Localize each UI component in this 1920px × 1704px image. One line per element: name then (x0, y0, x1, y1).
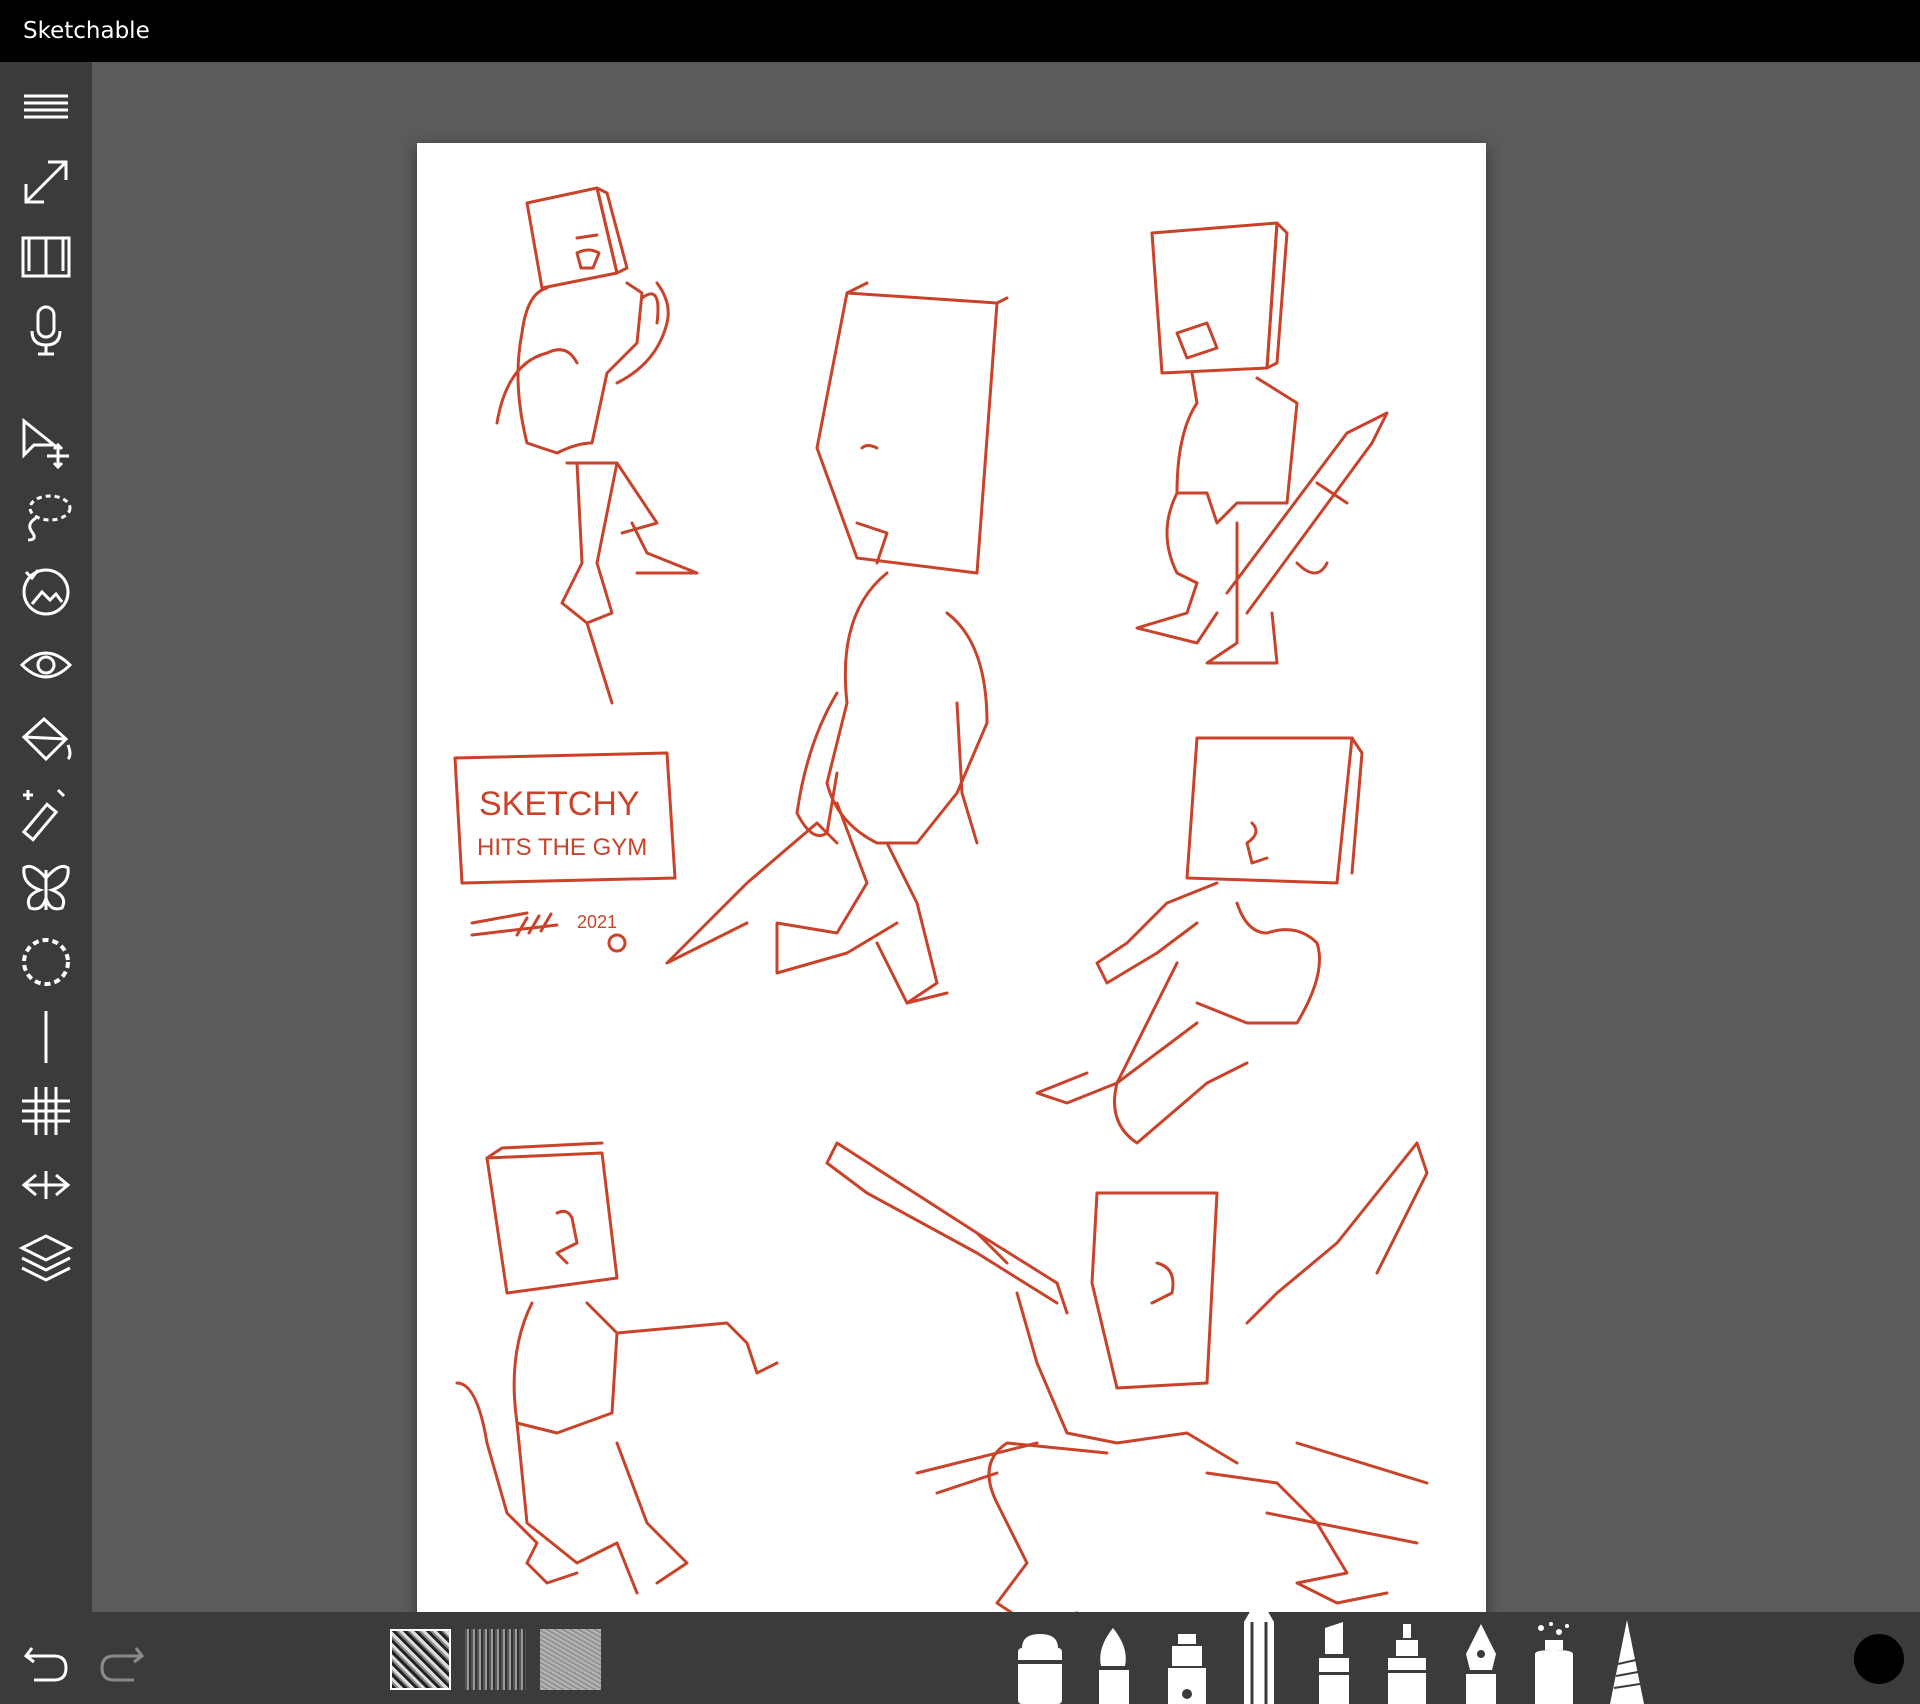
eraser-brush-icon[interactable] (1012, 1614, 1070, 1704)
image-rotate-icon[interactable] (15, 559, 77, 621)
texture-stripes-swatch[interactable] (465, 1629, 526, 1690)
sign-signature: 2021 (577, 912, 617, 932)
butterfly-icon[interactable] (15, 857, 77, 919)
undo-icon (23, 1647, 68, 1682)
sign-subtitle: HITS THE GYM (477, 834, 647, 861)
ink-pen-brush-icon[interactable] (1598, 1614, 1656, 1704)
felt-pen-brush-icon[interactable] (1378, 1614, 1436, 1704)
texture-grain-swatch[interactable] (540, 1629, 601, 1690)
marker-brush-icon[interactable] (1158, 1614, 1216, 1704)
redo-button[interactable] (94, 1632, 150, 1688)
sketch-figure-walking (665, 281, 1009, 1005)
highlighter-brush-icon[interactable] (1305, 1614, 1363, 1704)
redo-icon (100, 1647, 145, 1682)
drawing-canvas[interactable]: SKETCHY HITS THE GYM 2021 (417, 143, 1486, 1655)
pencil-brush-icon[interactable] (1230, 1592, 1288, 1704)
circle-guide-icon[interactable] (15, 931, 77, 993)
magic-wand-icon[interactable] (15, 783, 77, 845)
title-bar: Sketchable (0, 0, 1920, 62)
paintbrush-brush-icon[interactable] (1085, 1614, 1143, 1704)
bottom-toolbar (0, 1596, 1920, 1704)
lasso-icon[interactable] (15, 485, 77, 547)
select-move-icon[interactable] (15, 412, 77, 474)
sign-title: SKETCHY (479, 785, 640, 823)
microphone-icon[interactable] (15, 300, 77, 362)
menu-icon[interactable] (15, 75, 77, 137)
sketch-figure-pencil-holder (1135, 221, 1389, 665)
fullscreen-icon[interactable] (15, 151, 77, 213)
fountain-pen-brush-icon[interactable] (1452, 1614, 1510, 1704)
undo-button[interactable] (18, 1632, 74, 1688)
sketch-figure-flexing (495, 186, 699, 705)
spray-can-brush-icon[interactable] (1525, 1614, 1583, 1704)
tool-sidebar (0, 62, 92, 1612)
layers-icon[interactable] (15, 1227, 77, 1289)
app-title: Sketchable (23, 18, 150, 44)
texture-noise-swatch[interactable] (390, 1629, 451, 1690)
fill-bucket-icon[interactable] (15, 708, 77, 770)
sketch-sign: SKETCHY HITS THE GYM 2021 (453, 751, 677, 953)
workspace: SKETCHY HITS THE GYM 2021 (92, 62, 1920, 1655)
sketch-figure-lunging (825, 1141, 1429, 1625)
perspective-icon[interactable] (15, 1154, 77, 1216)
sketch-figure-crouching (455, 1141, 779, 1595)
line-guide-icon[interactable] (15, 1006, 77, 1068)
grid-icon[interactable] (15, 1080, 77, 1142)
eye-icon[interactable] (15, 634, 77, 696)
book-icon[interactable] (15, 225, 77, 287)
current-color-swatch[interactable] (1854, 1634, 1904, 1684)
sketch-figure-sitting (1035, 736, 1364, 1145)
